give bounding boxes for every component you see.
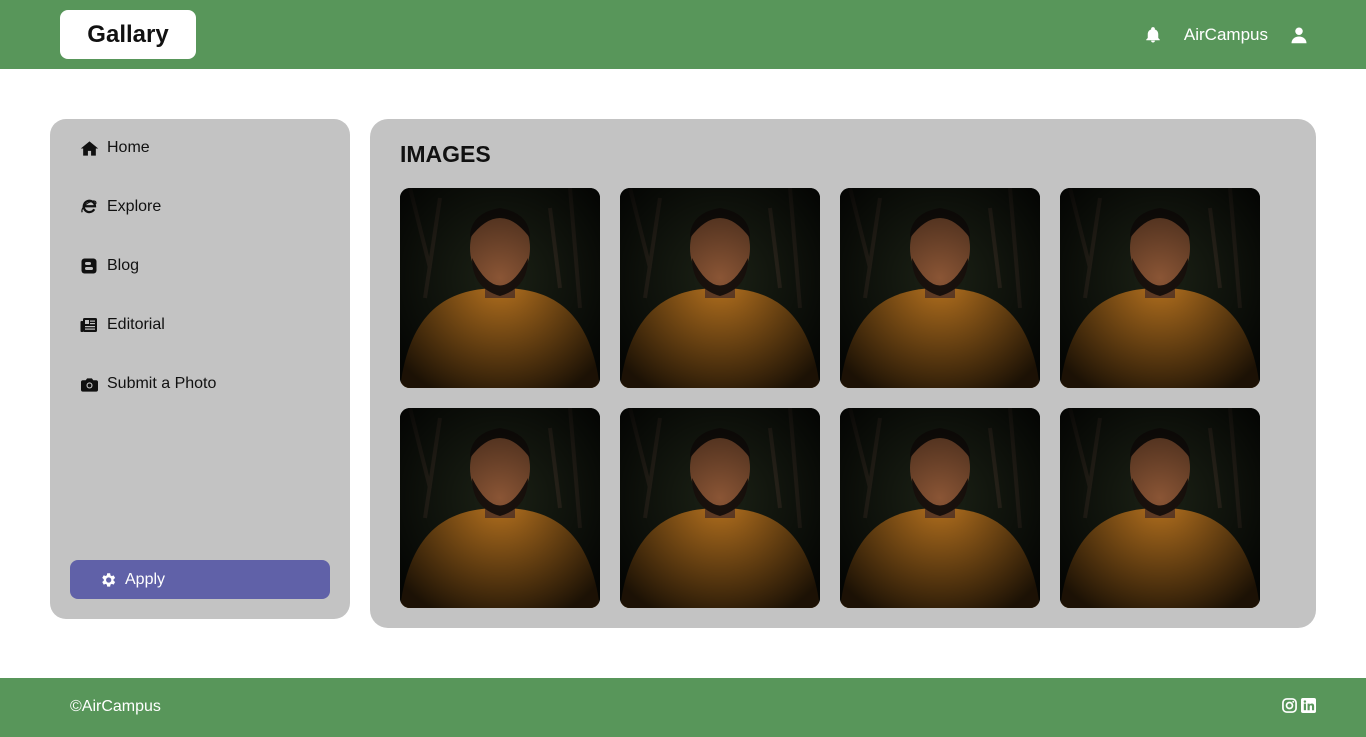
sidebar-item-label: Blog (107, 257, 140, 274)
sidebar-item-explore[interactable]: Explore (79, 196, 161, 218)
apply-button[interactable]: Apply (70, 560, 330, 599)
user-icon[interactable] (1290, 26, 1308, 44)
gear-icon (99, 571, 117, 589)
gallery-image[interactable] (1060, 188, 1260, 388)
blogger-icon (79, 256, 99, 276)
header-actions: AirCampus (1144, 0, 1308, 69)
gallery-image[interactable] (1060, 408, 1260, 608)
sidebar: Home Explore Blog Editorial Submit a Pho… (50, 119, 350, 619)
home-icon (79, 138, 99, 158)
sidebar-item-blog[interactable]: Blog (79, 255, 139, 277)
copyright-text: ©AirCampus (70, 698, 161, 715)
apply-label: Apply (125, 570, 166, 588)
sidebar-item-editorial[interactable]: Editorial (79, 314, 165, 336)
gallery-image[interactable] (620, 408, 820, 608)
gallery-image[interactable] (400, 188, 600, 388)
sidebar-item-label: Explore (107, 198, 162, 215)
sidebar-item-home[interactable]: Home (79, 137, 150, 159)
sidebar-item-label: Submit a Photo (107, 375, 217, 392)
sidebar-item-label: Home (107, 139, 150, 156)
page-title: IMAGES (400, 141, 491, 167)
footer: ©AirCampus (0, 678, 1366, 737)
brand-name[interactable]: AirCampus (1184, 25, 1268, 45)
internet-explorer-icon (79, 197, 99, 217)
sidebar-item-label: Editorial (107, 316, 165, 333)
gallery-image[interactable] (620, 188, 820, 388)
camera-icon (79, 374, 99, 394)
linkedin-icon[interactable] (1301, 698, 1316, 713)
top-header: Gallary AirCampus (0, 0, 1366, 69)
instagram-icon[interactable] (1282, 698, 1297, 713)
images-panel: IMAGES (370, 119, 1316, 628)
bell-icon[interactable] (1144, 26, 1162, 44)
logo[interactable]: Gallary (60, 10, 196, 59)
gallery-image[interactable] (400, 408, 600, 608)
gallery-image[interactable] (840, 408, 1040, 608)
gallery-image[interactable] (840, 188, 1040, 388)
newspaper-icon (79, 315, 99, 335)
social-links (1282, 698, 1316, 713)
sidebar-item-submit-photo[interactable]: Submit a Photo (79, 373, 216, 395)
